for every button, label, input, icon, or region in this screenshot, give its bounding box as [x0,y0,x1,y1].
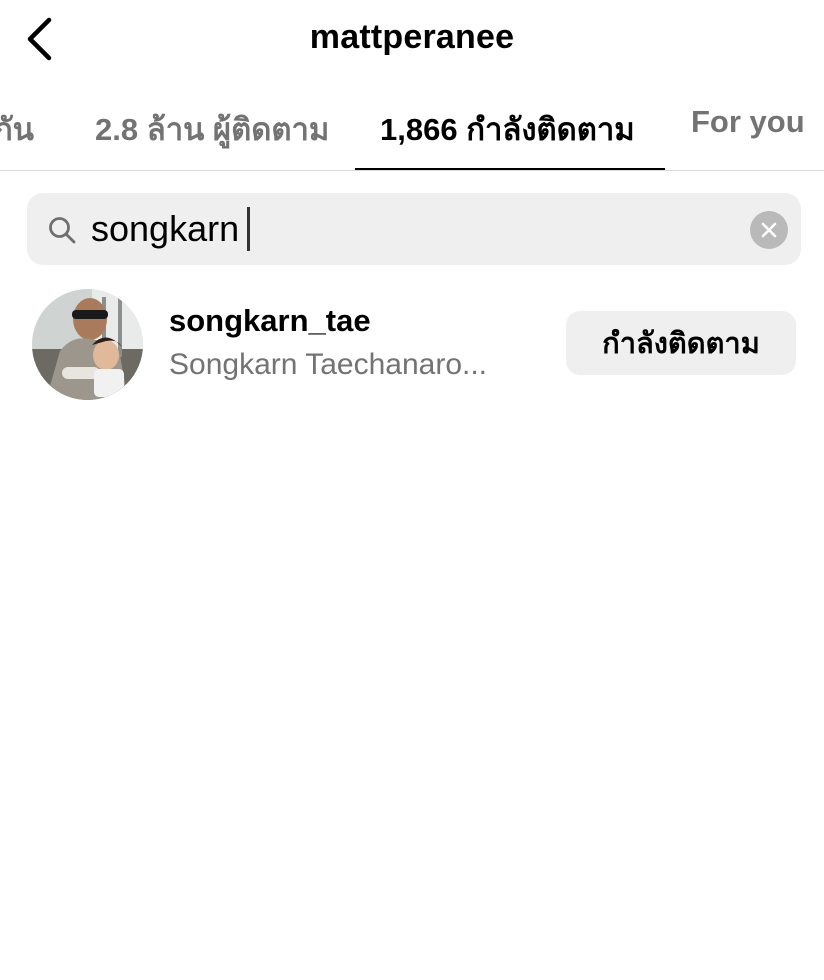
tab-mutual[interactable]: กัน [0,104,34,154]
clear-search-button[interactable] [750,211,788,249]
profile-photo [32,289,143,400]
tabs-divider [0,170,824,171]
search-input[interactable] [91,203,731,255]
clear-icon [761,222,777,238]
following-button[interactable]: กำลังติดตาม [566,311,796,375]
result-username[interactable]: songkarn_tae [169,303,371,339]
header: mattperanee [0,0,824,80]
search-icon [49,217,76,244]
tab-for-you[interactable]: For you [691,104,805,140]
search-bar [27,193,801,265]
result-full-name: Songkarn Taechanaro... [169,348,488,381]
tab-following[interactable]: 1,866 กำลังติดตาม [380,104,635,154]
avatar[interactable] [32,289,143,400]
text-cursor [247,207,250,251]
page-title: mattperanee [309,18,515,56]
tab-followers[interactable]: 2.8 ล้าน ผู้ติดตาม [95,104,329,154]
